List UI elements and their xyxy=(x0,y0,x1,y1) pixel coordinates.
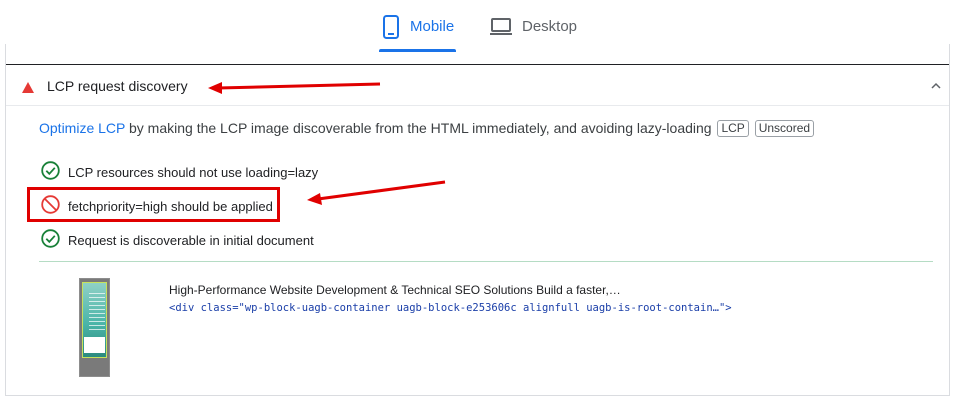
laptop-icon xyxy=(489,17,513,37)
audit-description: Optimize LCP by making the LCP image dis… xyxy=(39,120,815,137)
highlight-box xyxy=(27,187,280,222)
check-circle-icon xyxy=(41,229,60,251)
check-item-lazy-loading: LCP resources should not use loading=laz… xyxy=(41,161,318,183)
check-label: Request is discoverable in initial docum… xyxy=(68,232,314,248)
audit-title: LCP request discovery xyxy=(47,78,188,94)
section-divider xyxy=(39,261,933,262)
check-label: LCP resources should not use loading=laz… xyxy=(68,164,319,180)
audit-header[interactable]: LCP request discovery xyxy=(6,64,949,106)
node-text: High-Performance Website Development & T… xyxy=(169,283,621,297)
chevron-up-icon[interactable] xyxy=(930,79,942,97)
lcp-badge: LCP xyxy=(717,120,749,137)
smartphone-icon xyxy=(381,14,401,39)
check-item-discoverable: Request is discoverable in initial docum… xyxy=(41,229,314,251)
optimize-lcp-link[interactable]: Optimize LCP xyxy=(39,120,125,136)
tab-label: Desktop xyxy=(522,18,578,35)
check-circle-icon xyxy=(41,161,60,183)
description-text: by making the LCP image discoverable fro… xyxy=(125,120,712,136)
unscored-badge: Unscored xyxy=(754,120,815,137)
tab-label: Mobile xyxy=(410,18,455,35)
fail-triangle-icon xyxy=(22,80,34,98)
lcp-element-thumbnail xyxy=(79,278,110,377)
node-snippet[interactable]: <div class="wp-block-uagb-container uagb… xyxy=(169,302,732,314)
